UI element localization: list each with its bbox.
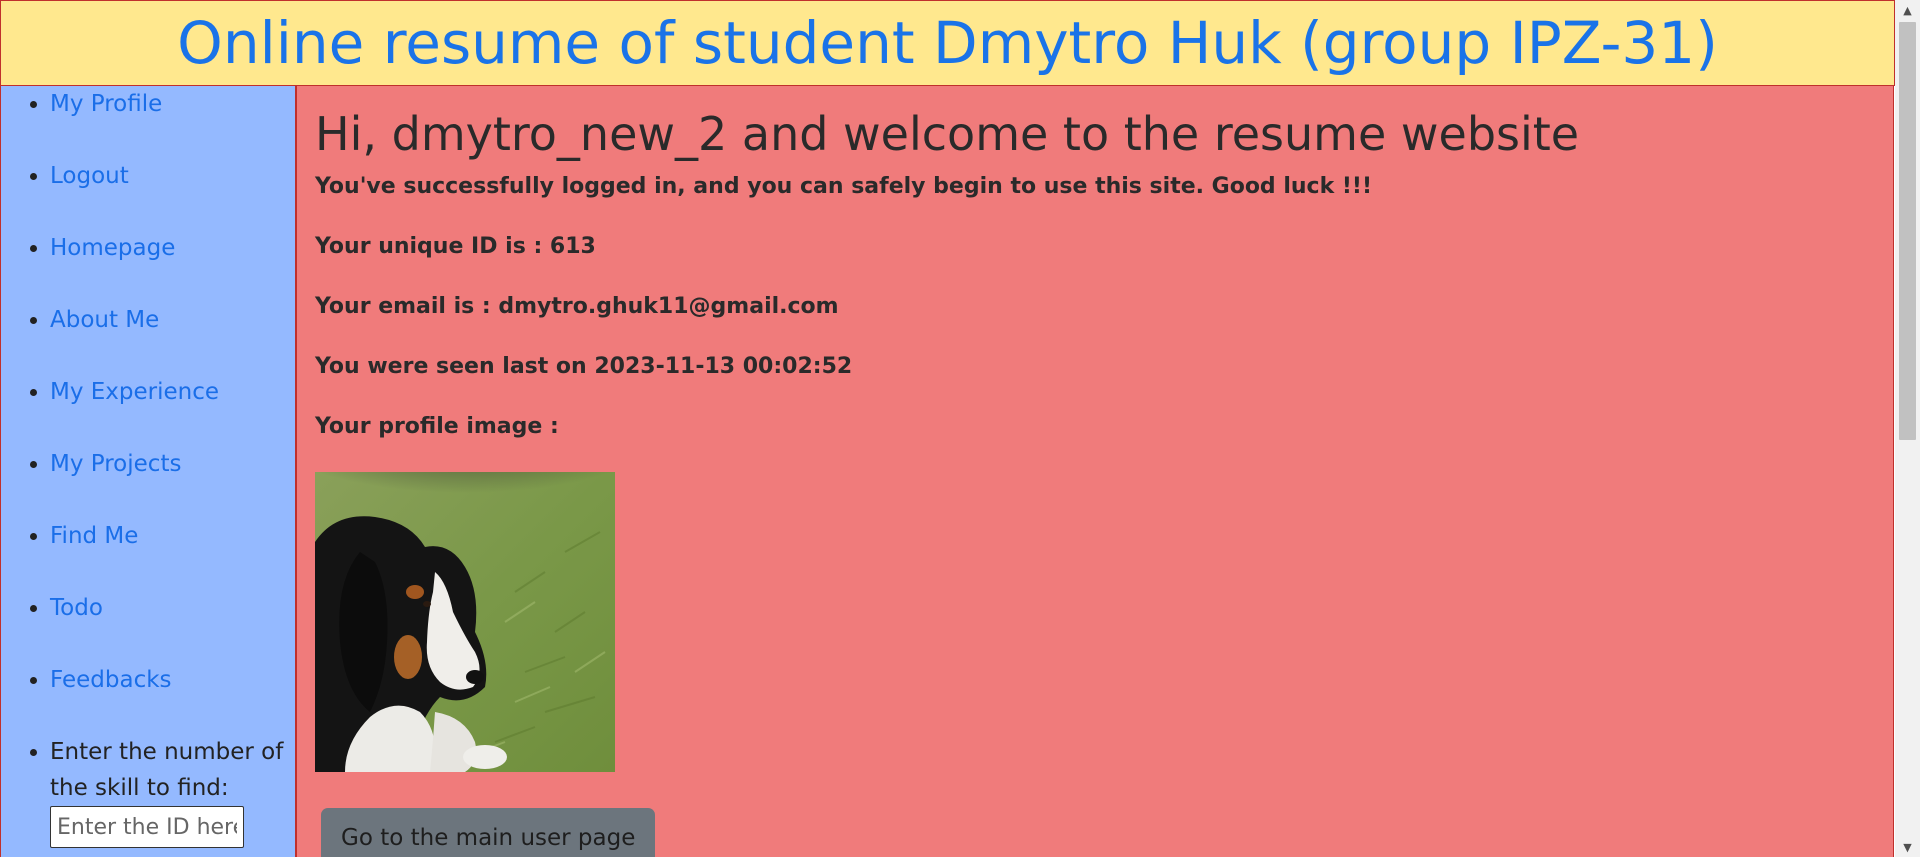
profile-image-label: Your profile image : [315, 414, 559, 439]
site-title: Online resume of student Dmytro Huk (gro… [177, 9, 1718, 77]
logout-link[interactable]: Logout [50, 163, 129, 189]
profile-image [315, 472, 615, 772]
site-header: Online resume of student Dmytro Huk (gro… [0, 0, 1895, 86]
email-text: Your email is : dmytro.ghuk11@gmail.com [315, 294, 839, 319]
welcome-heading: Hi, dmytro_new_2 and welcome to the resu… [315, 107, 1580, 161]
unique-id-text: Your unique ID is : 613 [315, 234, 596, 259]
about-me-link[interactable]: About Me [50, 307, 159, 333]
find-me-link[interactable]: Find Me [50, 523, 138, 549]
sidebar-item-homepage: Homepage [50, 230, 295, 266]
sidebar-item-my-projects: My Projects [50, 446, 295, 482]
sidebar: My Profile Logout Homepage About Me My E… [0, 86, 297, 857]
todo-link[interactable]: Todo [50, 595, 103, 621]
my-profile-link[interactable]: My Profile [50, 91, 162, 117]
scroll-thumb[interactable] [1899, 22, 1916, 440]
my-experience-link[interactable]: My Experience [50, 379, 219, 405]
sidebar-item-my-experience: My Experience [50, 374, 295, 410]
left-border [0, 0, 1, 857]
last-seen-text: You were seen last on 2023-11-13 00:02:5… [315, 354, 853, 379]
sidebar-item-find-me: Find Me [50, 518, 295, 554]
sidebar-item-todo: Todo [50, 590, 295, 626]
sidebar-item-my-profile: My Profile [50, 86, 295, 122]
skill-id-input[interactable] [50, 806, 244, 848]
sidebar-nav-list: My Profile Logout Homepage About Me My E… [1, 86, 295, 848]
skill-search-label: Enter the number of the skill to find: [50, 739, 284, 801]
scroll-up-arrow-icon[interactable]: ▲ [1895, 0, 1920, 20]
sidebar-item-skill-search: Enter the number of the skill to find: [50, 734, 295, 848]
main-user-page-button[interactable]: Go to the main user page [321, 808, 656, 857]
login-success-message: You've successfully logged in, and you c… [315, 174, 1372, 199]
main-content: Hi, dmytro_new_2 and welcome to the resu… [297, 86, 1894, 857]
sidebar-item-about-me: About Me [50, 302, 295, 338]
vertical-scrollbar[interactable]: ▲ ▼ [1895, 0, 1920, 857]
sidebar-item-feedbacks: Feedbacks [50, 662, 295, 698]
page: Online resume of student Dmytro Huk (gro… [0, 0, 1895, 857]
feedbacks-link[interactable]: Feedbacks [50, 667, 172, 693]
homepage-link[interactable]: Homepage [50, 235, 175, 261]
sidebar-item-logout: Logout [50, 158, 295, 194]
scroll-down-arrow-icon[interactable]: ▼ [1895, 837, 1920, 857]
my-projects-link[interactable]: My Projects [50, 451, 181, 477]
